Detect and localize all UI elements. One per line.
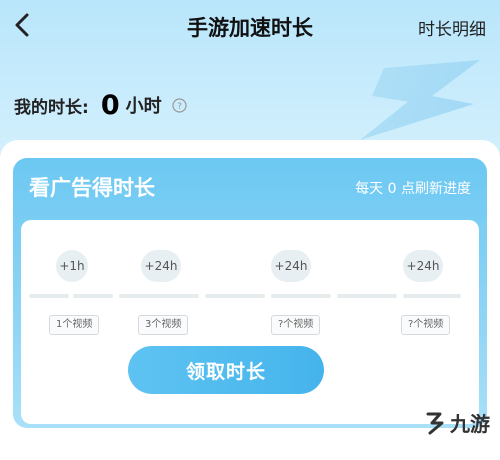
- progress-segment: [205, 294, 265, 298]
- background-lightning-decoration: [360, 60, 480, 140]
- progress-segment: [73, 294, 113, 298]
- progress-segment: [119, 294, 199, 298]
- duration-label: 我的时长:: [14, 97, 89, 118]
- reward-node: +24h: [403, 250, 443, 282]
- watermark-text: 九游: [450, 412, 490, 436]
- refresh-note: 每天 0 点刷新进度: [355, 181, 471, 197]
- video-requirement-tag: 3个视频: [138, 315, 189, 335]
- top-bar: 手游加速时长 时长明细: [0, 0, 500, 54]
- progress-segment: [403, 294, 461, 298]
- my-duration-row: 我的时长: 0 小时 ?: [14, 88, 187, 122]
- video-requirement-tag: 1个视频: [49, 315, 100, 335]
- duration-detail-link[interactable]: 时长明细: [418, 15, 486, 40]
- claim-duration-button[interactable]: 领取时长: [128, 346, 324, 394]
- reward-node: +1h: [56, 250, 88, 282]
- progress-segment: [29, 294, 69, 298]
- duration-value: 0: [100, 89, 120, 121]
- ad-panel-title: 看广告得时长: [29, 176, 155, 200]
- video-requirement-tag: ?个视频: [271, 315, 321, 335]
- progress-segment: [337, 294, 397, 298]
- progress-segment: [271, 294, 331, 298]
- svg-text:?: ?: [177, 102, 182, 112]
- reward-node: +24h: [141, 250, 181, 282]
- progress-track: [29, 294, 461, 298]
- reward-node: +24h: [271, 250, 311, 282]
- site-watermark: 九游: [422, 408, 490, 437]
- duration-unit: 小时: [125, 96, 162, 117]
- help-icon[interactable]: ?: [172, 97, 187, 113]
- video-requirement-tag: ?个视频: [401, 315, 451, 335]
- brand-logo-icon: [426, 412, 444, 434]
